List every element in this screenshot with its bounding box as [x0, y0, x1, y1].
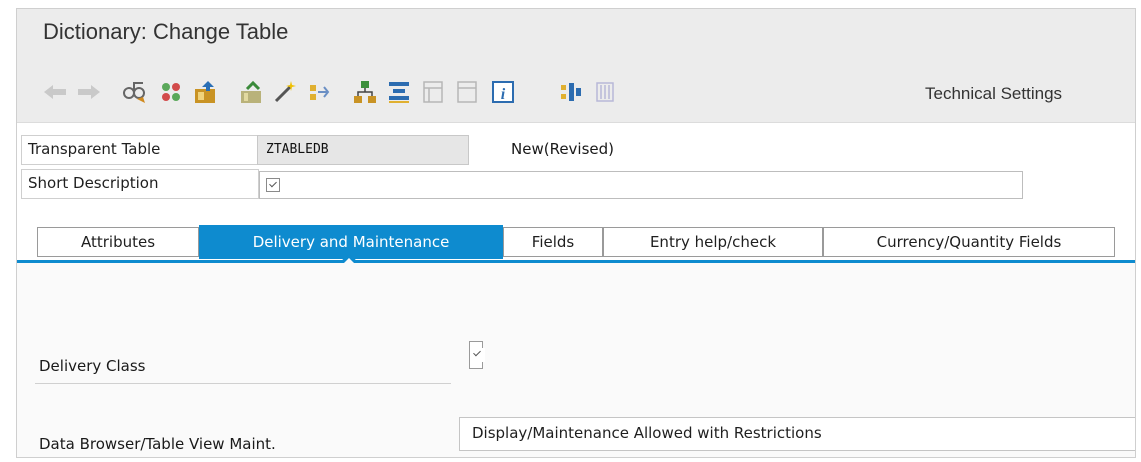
hierarchy-icon[interactable]	[385, 78, 413, 106]
sap-window: Dictionary: Change Table i Technical Set…	[16, 8, 1136, 458]
tab-panel: Delivery Class Data Browser/Table View M…	[17, 263, 1135, 457]
append-structure-icon[interactable]	[419, 78, 447, 106]
contents-icon[interactable]	[591, 78, 619, 106]
tab-entry-help-check[interactable]: Entry help/check	[603, 227, 823, 257]
data-browser-value-field[interactable]: Display/Maintenance Allowed with Restric…	[459, 417, 1135, 451]
table-name-field: ZTABLEDB	[257, 135, 469, 165]
short-description-label: Short Description	[28, 174, 159, 192]
tab-currency-quantity-fields[interactable]: Currency/Quantity Fields	[823, 227, 1115, 257]
where-used-icon[interactable]	[191, 78, 219, 106]
title-bar: Dictionary: Change Table	[17, 9, 1135, 64]
tab-attributes[interactable]: Attributes	[37, 227, 199, 257]
transparent-table-label-box: Transparent Table	[21, 135, 259, 165]
window-title: Dictionary: Change Table	[43, 19, 289, 44]
activate-icon[interactable]	[157, 78, 185, 106]
delivery-class-label: Delivery Class	[39, 357, 146, 375]
check-icon[interactable]	[271, 78, 299, 106]
info-icon[interactable]: i	[489, 78, 517, 106]
forward-arrow-icon[interactable]	[75, 78, 103, 106]
transparent-table-label: Transparent Table	[28, 140, 161, 158]
object-list-icon[interactable]	[237, 78, 265, 106]
delivery-class-row: Delivery Class	[35, 347, 451, 384]
back-arrow-icon[interactable]	[41, 78, 69, 106]
delivery-class-input[interactable]	[469, 341, 485, 369]
tree-icon[interactable]	[557, 78, 585, 106]
application-toolbar: i Technical Settings	[17, 64, 1135, 123]
data-browser-label: Data Browser/Table View Maint.	[39, 435, 276, 453]
navigate-icon[interactable]	[351, 78, 379, 106]
table-status: New(Revised)	[511, 140, 615, 158]
tab-underline	[17, 260, 1135, 263]
data-browser-row: Data Browser/Table View Maint.	[35, 425, 451, 457]
short-description-input[interactable]	[259, 171, 1023, 199]
magic-wand-icon[interactable]	[305, 78, 333, 106]
svg-text:i: i	[501, 86, 506, 103]
tab-fields[interactable]: Fields	[503, 227, 603, 257]
main-content: Transparent Table ZTABLEDB New(Revised) …	[17, 123, 1135, 457]
short-description-label-box: Short Description	[21, 169, 259, 199]
required-entry-icon	[471, 348, 485, 362]
required-entry-icon	[266, 178, 280, 192]
technical-settings-button[interactable]: Technical Settings	[925, 84, 1062, 104]
display-change-icon[interactable]	[121, 78, 149, 106]
layout-icon[interactable]	[453, 78, 481, 106]
